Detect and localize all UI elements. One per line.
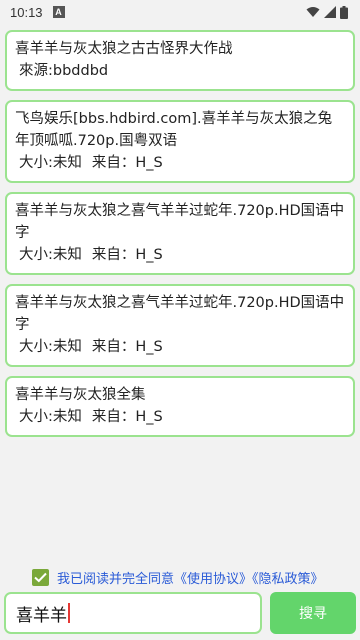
result-source: 来自：H_S: [91, 409, 163, 425]
result-size: 大小:未知: [19, 409, 82, 425]
result-source: 来自：H_S: [91, 339, 163, 355]
result-meta: 大小:未知 来自：H_S: [15, 152, 345, 174]
result-title: 喜羊羊与灰太狼全集: [15, 387, 146, 403]
result-size: 大小:未知: [19, 339, 82, 355]
results-list: 喜羊羊与灰太狼之古古怪界大作战 來源:bbddbd 飞鸟娱乐[bbs.hdbir…: [5, 30, 355, 446]
result-source: 来自：H_S: [91, 247, 163, 263]
result-meta: 來源:bbddbd: [15, 60, 345, 82]
result-meta: 大小:未知 来自：H_S: [15, 336, 345, 358]
status-icons: [306, 5, 348, 19]
agreement-text[interactable]: 我已阅读并完全同意《使用协议》《隐私政策》: [57, 568, 324, 587]
result-card[interactable]: 喜羊羊与灰太狼之古古怪界大作战 來源:bbddbd: [5, 30, 355, 91]
battery-icon: [340, 5, 348, 19]
result-card[interactable]: 喜羊羊与灰太狼之喜气羊羊过蛇年.720p.HD国语中字 大小:未知 来自：H_S: [5, 284, 355, 367]
result-title: 飞鸟娱乐[bbs.hdbird.com].喜羊羊与灰太狼之兔年顶呱呱.720p.…: [15, 111, 333, 149]
signal-icon: [324, 6, 336, 18]
search-bar: 喜羊羊 搜寻: [4, 592, 356, 634]
result-meta: 大小:未知 来自：H_S: [15, 406, 345, 428]
result-source: 來源:bbddbd: [19, 63, 109, 79]
result-card[interactable]: 喜羊羊与灰太狼全集 大小:未知 来自：H_S: [5, 376, 355, 437]
agreement-row: 我已阅读并完全同意《使用协议》《隐私政策》: [32, 566, 324, 588]
status-time: 10:13: [10, 4, 43, 20]
result-source: 来自：H_S: [91, 155, 163, 171]
result-size: 大小:未知: [19, 155, 82, 171]
search-input-value: 喜羊羊: [16, 605, 67, 626]
result-size: 大小:未知: [19, 247, 82, 263]
result-title: 喜羊羊与灰太狼之喜气羊羊过蛇年.720p.HD国语中字: [15, 295, 345, 333]
result-card[interactable]: 喜羊羊与灰太狼之喜气羊羊过蛇年.720p.HD国语中字 大小:未知 来自：H_S: [5, 192, 355, 275]
check-icon: [34, 572, 47, 582]
wifi-icon: [306, 7, 320, 17]
text-cursor: [68, 603, 70, 623]
search-button[interactable]: 搜寻: [270, 592, 356, 634]
search-input[interactable]: 喜羊羊: [4, 592, 262, 634]
result-title: 喜羊羊与灰太狼之喜气羊羊过蛇年.720p.HD国语中字: [15, 203, 345, 241]
result-card[interactable]: 飞鸟娱乐[bbs.hdbird.com].喜羊羊与灰太狼之兔年顶呱呱.720p.…: [5, 100, 355, 183]
status-bar: 10:13 A: [0, 0, 360, 24]
a-icon: A: [52, 6, 65, 18]
result-meta: 大小:未知 来自：H_S: [15, 244, 345, 266]
agreement-checkbox[interactable]: [32, 568, 49, 586]
result-title: 喜羊羊与灰太狼之古古怪界大作战: [15, 41, 233, 57]
